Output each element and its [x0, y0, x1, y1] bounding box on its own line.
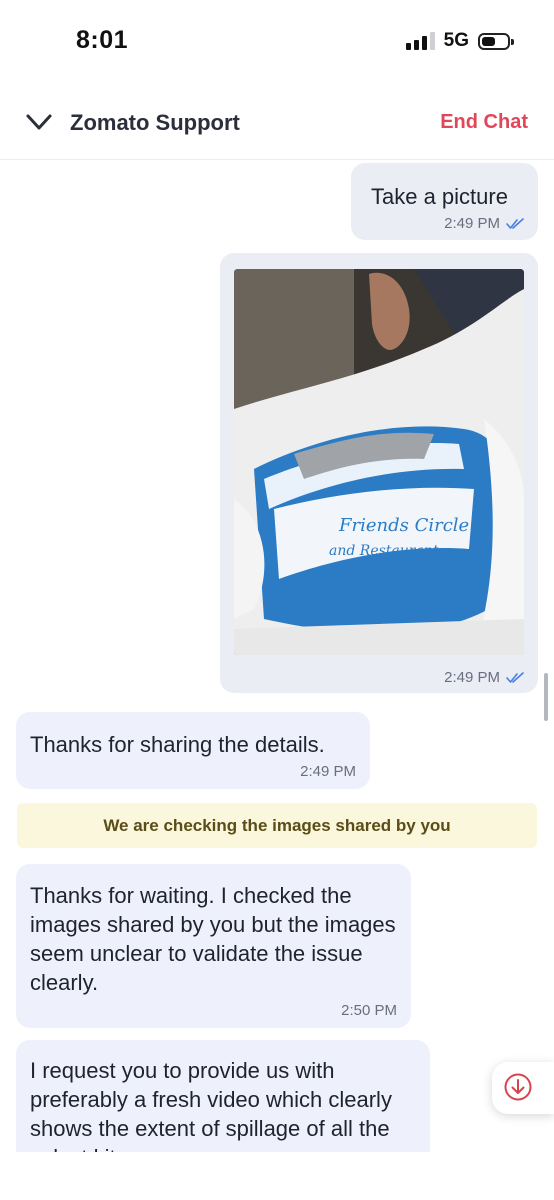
network-label: 5G: [443, 30, 469, 51]
chevron-down-icon[interactable]: [25, 110, 53, 134]
chat-thread[interactable]: Take a picture 2:49 PM Friends Circle an…: [0, 160, 554, 1152]
system-notice: We are checking the images shared by you: [17, 803, 537, 848]
chat-title: Zomato Support: [70, 110, 240, 135]
message-photo[interactable]: Friends Circle and Restaurant: [234, 269, 524, 655]
svg-text:and Restaurant: and Restaurant: [329, 543, 439, 559]
message-time: 2:49 PM: [300, 763, 356, 780]
message-outgoing: Take a picture 2:49 PM: [351, 163, 538, 240]
message-time: 2:50 PM: [341, 1002, 397, 1019]
message-outgoing-image: Friends Circle and Restaurant 2:49 PM: [220, 253, 538, 693]
message-text: Thanks for sharing the details.: [30, 732, 325, 757]
signal-icon: [405, 32, 435, 50]
bottom-area: [0, 1152, 554, 1200]
message-text: Take a picture: [371, 184, 508, 209]
message-meta: 2:49 PM: [444, 669, 524, 686]
message-incoming: Thanks for sharing the details. 2:49 PM: [16, 712, 370, 789]
status-bar: 8:01 5G: [0, 0, 554, 84]
chat-header: Zomato Support End Chat: [0, 84, 554, 160]
arrow-down-circle-icon: [504, 1073, 532, 1101]
message-time: 2:49 PM: [444, 669, 500, 686]
message-text: I request you to provide us with prefera…: [30, 1058, 392, 1152]
message-meta: 2:49 PM: [300, 763, 356, 780]
double-check-icon: [506, 671, 524, 683]
message-meta: 2:50 PM: [341, 1002, 397, 1019]
status-time: 8:01: [76, 26, 129, 54]
message-meta: 2:49 PM: [444, 215, 524, 232]
double-check-icon: [506, 217, 524, 229]
scrollbar[interactable]: [544, 673, 548, 721]
message-incoming: I request you to provide us with prefera…: [16, 1040, 430, 1152]
message-time: 2:49 PM: [444, 215, 500, 232]
battery-icon: [478, 32, 514, 50]
message-incoming: Thanks for waiting. I checked the images…: [16, 864, 411, 1028]
message-text: Thanks for waiting. I checked the images…: [30, 883, 396, 995]
scroll-to-bottom-button[interactable]: [492, 1062, 554, 1114]
status-indicators: 5G: [405, 30, 514, 52]
svg-text:Friends Circle: Friends Circle: [338, 515, 469, 536]
end-chat-button[interactable]: End Chat: [440, 111, 528, 134]
